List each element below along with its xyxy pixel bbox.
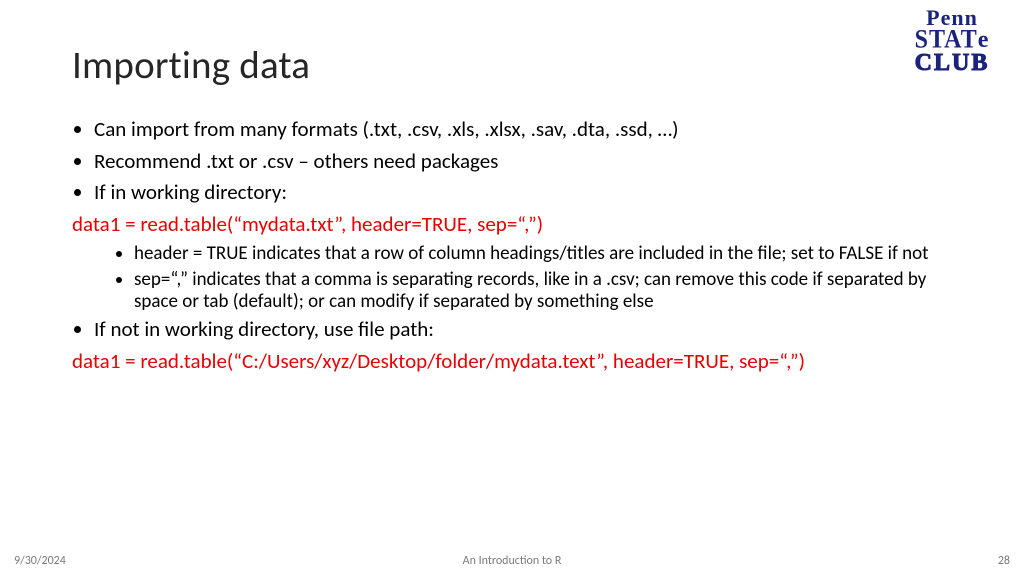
logo-line-2: STATe bbox=[902, 29, 1002, 52]
bullet-item: Can import from many formats (.txt, .csv… bbox=[94, 117, 952, 143]
bullet-list: If not in working directory, use file pa… bbox=[72, 317, 952, 343]
code-line: data1 = read.table(“mydata.txt”, header=… bbox=[72, 212, 952, 238]
footer-title: An Introduction to R bbox=[0, 554, 1024, 568]
footer-page-number: 28 bbox=[998, 554, 1010, 568]
bullet-list: Can import from many formats (.txt, .csv… bbox=[72, 117, 952, 206]
sub-bullet-item: header = TRUE indicates that a row of co… bbox=[134, 243, 952, 265]
slide-content: Can import from many formats (.txt, .csv… bbox=[72, 117, 952, 374]
penn-state-club-logo: Penn STATe CLUB bbox=[902, 8, 1002, 74]
bullet-item: If in working directory: bbox=[94, 180, 952, 206]
sub-bullet-item: sep=“,” indicates that a comma is separa… bbox=[134, 269, 952, 313]
sub-bullet-list: header = TRUE indicates that a row of co… bbox=[72, 243, 952, 313]
slide-title: Importing data bbox=[72, 42, 952, 89]
bullet-item: Recommend .txt or .csv – others need pac… bbox=[94, 149, 952, 175]
bullet-item: If not in working directory, use file pa… bbox=[94, 317, 952, 343]
slide: Penn STATe CLUB Importing data Can impor… bbox=[0, 0, 1024, 576]
code-line: data1 = read.table(“C:/Users/xyz/Desktop… bbox=[72, 349, 952, 375]
logo-line-3: CLUB bbox=[902, 52, 1002, 75]
